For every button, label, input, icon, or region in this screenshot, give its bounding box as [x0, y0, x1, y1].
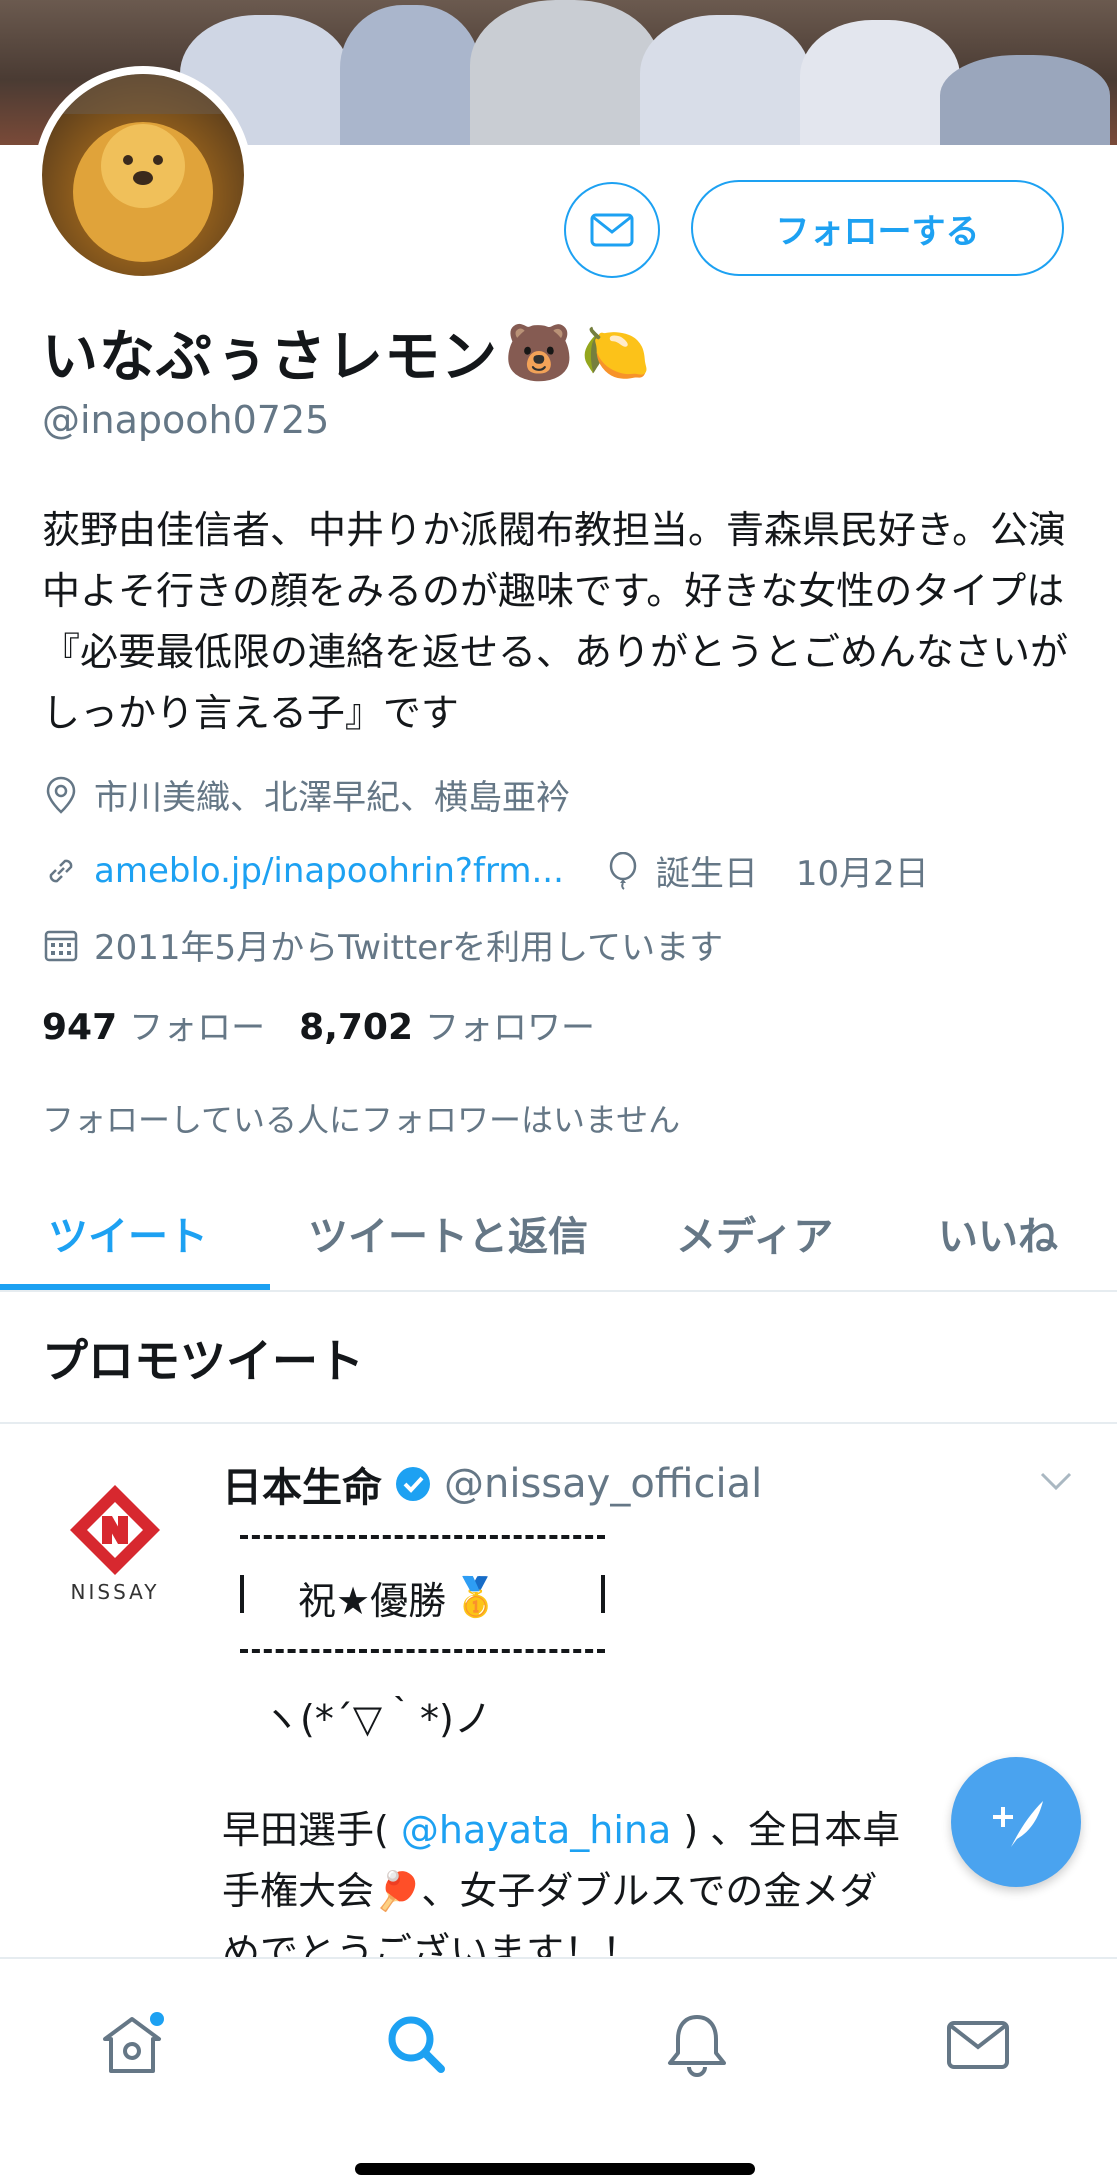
tweet-line-1-prefix: 早田選手( [222, 1808, 401, 1852]
tweet-author[interactable]: 日本生命 @nissay_official [222, 1455, 762, 1513]
nav-messages[interactable] [943, 2009, 1013, 2079]
bear-emoji: 🐻 [504, 320, 575, 386]
avatar-image [42, 74, 244, 262]
tweet-kaomoji: ヽ(*´▽｀*)ノ [262, 1697, 492, 1741]
followers-count: 8,702 [299, 1007, 414, 1048]
balloon-icon [604, 851, 642, 890]
tab-media[interactable]: メディア [676, 1204, 833, 1262]
home-icon [103, 2012, 164, 2073]
chevron-down-icon [1040, 1472, 1072, 1491]
profile-location: 市川美織、北澤早紀、横島亜衿 [42, 770, 570, 819]
home-indicator [355, 2163, 755, 2175]
medal-emoji: 🥇 [452, 1575, 500, 1619]
birthday-value: 10月2日 [795, 854, 929, 894]
divider [0, 1422, 1117, 1424]
nav-home[interactable] [97, 2009, 167, 2079]
location-text: 市川美織、北澤早紀、横島亜衿 [94, 778, 570, 818]
following-label: フォロー [129, 1008, 266, 1048]
link-icon [42, 852, 80, 890]
tab-likes[interactable]: いいね [938, 1204, 1058, 1262]
messages-mail-icon [947, 2021, 1009, 2069]
profile-url-link[interactable]: ameblo.jp/inapoohrin?frm... [94, 851, 564, 891]
profile-tabs: ツイート ツイートと返信 メディア いいね [0, 1180, 1117, 1292]
profile-display-name: いなぷぅさレモン 🐻 🍋 [42, 312, 651, 393]
tweet-menu-button[interactable] [1038, 1470, 1074, 1496]
active-tab-indicator [0, 1284, 270, 1290]
profile-counts: 947 フォロー 8,702 フォロワー [42, 1000, 595, 1049]
follow-button[interactable]: フォローする [691, 180, 1064, 276]
profile-handle: @inapooh0725 [42, 398, 330, 442]
tweet-line-2: 手権大会🏓、女子ダブルスでの金メダ [222, 1869, 878, 1913]
nav-notifications[interactable] [662, 2009, 732, 2079]
followers-you-know: フォローしている人にフォロワーはいません [42, 1101, 681, 1139]
tweet-author-handle: @nissay_official [444, 1461, 763, 1507]
notifications-bell-icon [668, 2015, 726, 2077]
profile-bio: 荻野由佳信者、中井りか派閥布教担当。青森県民好き。公演中よそ行きの顔をみるのが趣… [42, 508, 1069, 735]
box-text: 祝★優勝 [298, 1579, 447, 1623]
tweet-box-text: 祝★優勝 🥇 [298, 1570, 499, 1625]
compose-tweet-icon [993, 1801, 1043, 1847]
tab-tweets-and-replies[interactable]: ツイートと返信 [308, 1204, 588, 1262]
profile-url-birthday: ameblo.jp/inapoohrin?frm... 誕生日 10月2日 [42, 846, 929, 895]
profile-avatar[interactable] [34, 66, 252, 284]
tweet-author-name: 日本生命 [222, 1465, 382, 1511]
following-count: 947 [42, 1007, 118, 1048]
nissay-avatar[interactable]: NISSAY [60, 1480, 170, 1610]
joined-text: 2011年5月からTwitterを利用しています [94, 928, 724, 968]
following-link[interactable]: 947 フォロー [42, 1000, 265, 1049]
nissay-avatar-text: NISSAY [70, 1580, 160, 1604]
mention-link[interactable]: @hayata_hina [401, 1808, 671, 1852]
lemon-emoji: 🍋 [580, 320, 652, 386]
promoted-tweet-heading: プロモツイート [42, 1334, 364, 1388]
message-button[interactable] [564, 182, 660, 278]
tweet-line-1-suffix: ) 、全日本卓 [671, 1808, 901, 1852]
bottom-navigation [0, 1957, 1117, 2175]
profile-joined: 2011年5月からTwitterを利用しています [42, 920, 723, 969]
search-icon [388, 2016, 445, 2073]
location-pin-icon [42, 776, 80, 814]
followers-link[interactable]: 8,702 フォロワー [299, 1000, 595, 1049]
tweet-line-1: 早田選手( @hayata_hina ) 、全日本卓 [222, 1800, 982, 1861]
tab-tweets[interactable]: ツイート [48, 1204, 208, 1262]
verified-badge-icon [396, 1467, 430, 1501]
followers-label: フォロワー [425, 1008, 596, 1048]
display-name-text: いなぷぅさレモン [42, 325, 498, 390]
calendar-icon [42, 926, 80, 964]
nav-search[interactable] [381, 2009, 451, 2079]
tweet-body: 早田選手( @hayata_hina ) 、全日本卓 手権大会🏓、女子ダブルスで… [222, 1800, 982, 1983]
compose-tweet-button[interactable] [951, 1757, 1081, 1887]
mail-icon [590, 213, 634, 247]
birthday-label: 誕生日 [655, 854, 758, 894]
